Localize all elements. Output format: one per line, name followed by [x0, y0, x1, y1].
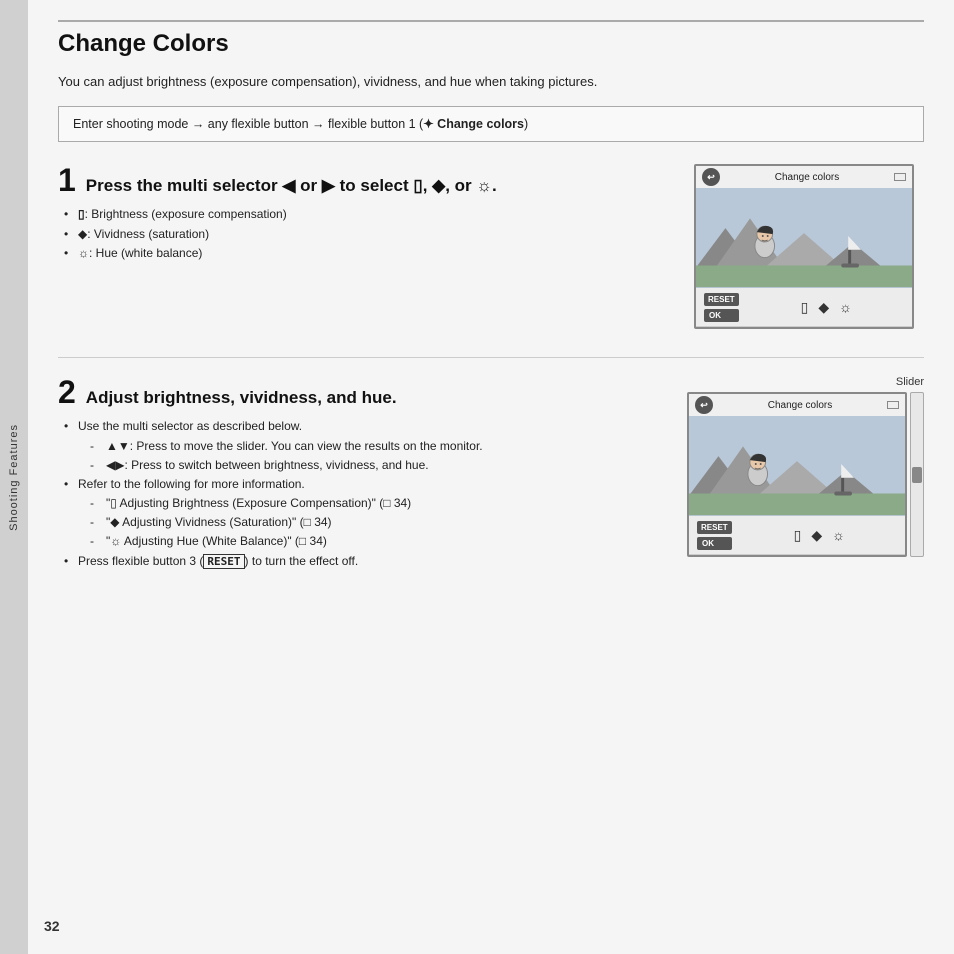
camera-screen-1: ↩ Change colors — [694, 164, 914, 329]
step-1-bullet-2: ◆: Vividness (saturation) — [64, 225, 678, 244]
ok-btn-1: OK — [704, 309, 739, 322]
step-1-left: 1 Press the multi selector ◀ or ▶ to sel… — [58, 164, 678, 263]
step-2-sub-list: ▲▼: Press to move the slider. You can vi… — [90, 437, 671, 475]
ok-btn-2: OK — [697, 537, 732, 550]
step-2-row: 2 Adjust brightness, vividness, and hue.… — [58, 376, 924, 571]
page-title: Change Colors — [58, 30, 924, 58]
reset-btn-2: RESET — [697, 521, 732, 534]
page-number: 32 — [44, 918, 60, 934]
slider-label: Slider — [896, 376, 924, 388]
cam-bottom-2: RESET OK ▯ ◆ ☼ — [689, 516, 905, 554]
step-2-bullet-1: Use the multi selector as described belo… — [64, 417, 671, 475]
cam-title-2: Change colors — [768, 400, 832, 411]
steps-area: 1 Press the multi selector ◀ or ▶ to sel… — [58, 164, 924, 589]
instruction-box: Enter shooting mode → any flexible butto… — [58, 106, 924, 143]
cam-indicator-1 — [894, 173, 906, 181]
page-title-section: Change Colors — [58, 20, 924, 58]
reset-code: RESET — [203, 554, 244, 569]
slider-thumb — [912, 467, 922, 483]
cam-icon-hue: ☼ — [839, 299, 852, 315]
step-2-right: Slider ↩ Change colors — [687, 376, 924, 557]
step-2-number: 2 — [58, 376, 76, 408]
step-2-bullet-3: Press flexible button 3 (RESET) to turn … — [64, 552, 671, 571]
cam-scene-svg-2 — [689, 416, 905, 516]
cam-icon-brightness: ▯ — [801, 299, 809, 316]
step-1-row: 1 Press the multi selector ◀ or ▶ to sel… — [58, 164, 924, 329]
step-divider — [58, 357, 924, 358]
step-1-title: Press the multi selector ◀ or ▶ to selec… — [86, 175, 497, 197]
cam-left-buttons-1: RESET OK — [704, 293, 739, 322]
cam-header-2: ↩ Change colors — [689, 394, 905, 416]
sidebar-label: Shooting Features — [8, 424, 20, 531]
step-2-ref-2: "◆ Adjusting Vividness (Saturation)" (□ … — [90, 513, 671, 532]
step-1-camera: ↩ Change colors — [694, 164, 924, 329]
cam-icon-hue-2: ☼ — [832, 527, 845, 543]
step-1-bullet-3: ☼: Hue (white balance) — [64, 244, 678, 263]
cam-back-btn-1: ↩ — [702, 168, 720, 186]
cam-icons-row-2: ▯ ◆ ☼ — [742, 527, 897, 544]
cam-scene-1 — [696, 188, 912, 288]
step-2-header: 2 Adjust brightness, vividness, and hue. — [58, 376, 671, 409]
step-2-left: 2 Adjust brightness, vividness, and hue.… — [58, 376, 671, 571]
step-2-ref-1: "▯ Adjusting Brightness (Exposure Compen… — [90, 494, 671, 513]
cam-scene-2 — [689, 416, 905, 516]
step-1-header: 1 Press the multi selector ◀ or ▶ to sel… — [58, 164, 678, 197]
step-2-bullets: Use the multi selector as described belo… — [64, 417, 671, 571]
cam-icons-row-1: ▯ ◆ ☼ — [749, 299, 904, 316]
step-2-sub-list-2: "▯ Adjusting Brightness (Exposure Compen… — [90, 494, 671, 552]
step-2-sub-2: ◀▶: Press to switch between brightness, … — [90, 456, 671, 475]
step-1-number: 1 — [58, 164, 76, 196]
cam-indicator-2 — [887, 401, 899, 409]
cam-icon-vividness: ◆ — [818, 299, 829, 316]
cam-icon-brightness-2: ▯ — [794, 527, 802, 544]
main-content: Change Colors You can adjust brightness … — [28, 0, 954, 954]
sidebar: Shooting Features — [0, 0, 28, 954]
cam-bottom-1: RESET OK ▯ ◆ ☼ — [696, 288, 912, 326]
cam-title-1: Change colors — [775, 172, 839, 183]
step-2-sub-1: ▲▼: Press to move the slider. You can vi… — [90, 437, 671, 456]
reset-btn-1: RESET — [704, 293, 739, 306]
step-2-camera-wrapper: ↩ Change colors — [687, 392, 924, 557]
cam-scene-svg-1 — [696, 188, 912, 288]
step-2-bullet-2: Refer to the following for more informat… — [64, 475, 671, 552]
step-1-bullet-1: ▯: Brightness (exposure compensation) — [64, 205, 678, 224]
instruction-text: Enter shooting mode → any flexible butto… — [73, 117, 528, 131]
step-1-bullets: ▯: Brightness (exposure compensation) ◆:… — [64, 205, 678, 263]
cam-left-buttons-2: RESET OK — [697, 521, 732, 550]
cam-icon-vividness-2: ◆ — [811, 527, 822, 544]
camera-screen-2: ↩ Change colors — [687, 392, 907, 557]
cam-header-1: ↩ Change colors — [696, 166, 912, 188]
step-2-title: Adjust brightness, vividness, and hue. — [86, 387, 397, 409]
step-2-ref-3: "☼ Adjusting Hue (White Balance)" (□ 34) — [90, 532, 671, 551]
cam-back-btn-2: ↩ — [695, 396, 713, 414]
vertical-slider — [910, 392, 924, 557]
intro-text: You can adjust brightness (exposure comp… — [58, 72, 924, 92]
